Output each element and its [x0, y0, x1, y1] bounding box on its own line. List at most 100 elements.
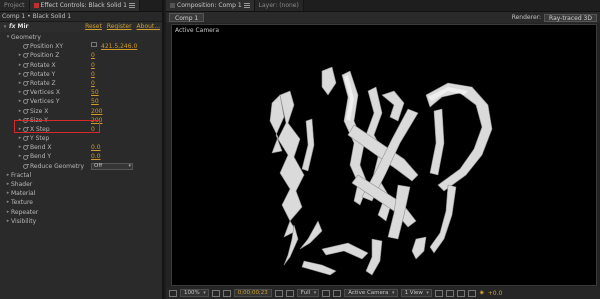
- property-label: Position XY: [30, 43, 64, 51]
- register-link[interactable]: Register: [107, 22, 132, 32]
- lock-icon[interactable]: [33, 3, 39, 8]
- zoom-select[interactable]: 100%: [180, 289, 209, 297]
- property-row[interactable]: ▸ Shader: [0, 180, 162, 189]
- tab-effect-controls[interactable]: Effect Controls: Black Solid 1: [29, 0, 140, 11]
- property-label: Size X: [30, 107, 49, 115]
- property-row[interactable]: ▸ Rotate Z0: [0, 79, 162, 88]
- property-row[interactable]: ▸ Y Step: [0, 134, 162, 143]
- property-label: Texture: [11, 199, 33, 207]
- stopwatch-icon[interactable]: [23, 53, 29, 59]
- tab-project-label: Project: [4, 2, 25, 9]
- timecode-field[interactable]: 0;00;00;23: [233, 289, 272, 297]
- property-value[interactable]: 421.5,246.0: [101, 42, 137, 51]
- property-label: Vertices Y: [30, 98, 60, 106]
- snapshot-icon[interactable]: [274, 289, 283, 297]
- stopwatch-icon[interactable]: [23, 44, 29, 50]
- mask-toggle-icon[interactable]: [222, 289, 231, 297]
- breadcrumb: Comp 1 • Black Solid 1: [0, 12, 162, 22]
- property-row[interactable]: ▸ Position Z0: [0, 51, 162, 60]
- reset-link[interactable]: Reset: [85, 22, 102, 32]
- grid-toggle-icon[interactable]: [211, 289, 220, 297]
- renderer-button[interactable]: Ray-traced 3D: [544, 13, 597, 22]
- comp-subtab[interactable]: Comp 1: [169, 13, 205, 22]
- stopwatch-icon[interactable]: [23, 163, 29, 169]
- ribbon-strand: [321, 66, 337, 96]
- pixel-aspect-icon[interactable]: [434, 289, 443, 297]
- lock-icon[interactable]: [170, 3, 175, 8]
- property-row[interactable]: ▾ Geometry: [0, 33, 162, 42]
- composition-viewer[interactable]: Active Camera: [171, 24, 597, 286]
- stopwatch-icon[interactable]: [23, 154, 29, 160]
- property-value[interactable]: 0.0: [91, 143, 101, 152]
- transparency-grid-icon[interactable]: [333, 289, 342, 297]
- property-row[interactable]: ▸ Material: [0, 189, 162, 198]
- property-value[interactable]: 0: [91, 51, 95, 60]
- property-row[interactable]: ▸ Visibility: [0, 217, 162, 226]
- property-label: Bend X: [30, 144, 52, 152]
- stopwatch-icon[interactable]: [23, 90, 29, 96]
- property-row[interactable]: Reduce Geometry Off: [0, 162, 162, 171]
- tab-layer[interactable]: Layer: (none): [254, 0, 304, 11]
- property-value[interactable]: 0: [91, 70, 95, 79]
- timeline-icon[interactable]: [456, 289, 465, 297]
- comp-toolbar: Comp 1 Renderer: Ray-traced 3D: [166, 12, 600, 23]
- property-label: Shader: [11, 181, 33, 188]
- ribbon-scene: [269, 66, 493, 276]
- right-panel-tabs: Composition: Comp 1 Layer: (none): [166, 0, 600, 12]
- tab-composition[interactable]: Composition: Comp 1: [166, 0, 255, 11]
- property-row[interactable]: ▸ Vertices X 50: [0, 88, 162, 97]
- fast-preview-icon[interactable]: [445, 289, 454, 297]
- property-row[interactable]: Position XY 421.5,246.0: [0, 42, 162, 51]
- property-value[interactable]: 50: [91, 88, 99, 97]
- region-of-interest-icon[interactable]: [322, 289, 331, 297]
- resolution-select[interactable]: Full: [296, 289, 320, 297]
- fx-badge[interactable]: fx: [9, 22, 15, 32]
- property-label: Position Z: [30, 52, 60, 60]
- stopwatch-icon[interactable]: [23, 108, 29, 114]
- camera-select[interactable]: Active Camera: [344, 289, 398, 297]
- effect-header: ▾ fx Mir Reset Register About...: [0, 22, 162, 32]
- stopwatch-icon[interactable]: [23, 81, 29, 87]
- property-row[interactable]: ▸ Rotate X0: [0, 61, 162, 70]
- view-layout-select[interactable]: 1 View: [400, 289, 432, 297]
- about-link[interactable]: About...: [137, 22, 160, 32]
- stopwatch-icon[interactable]: [23, 99, 29, 105]
- exposure-value[interactable]: +0.0: [488, 290, 503, 297]
- property-value[interactable]: 0.0: [91, 152, 101, 161]
- crosshair-icon[interactable]: [91, 42, 97, 48]
- tab-project[interactable]: Project: [0, 0, 30, 11]
- property-label: Geometry: [11, 34, 41, 41]
- property-row[interactable]: ▸ Fractal: [0, 171, 162, 180]
- property-row[interactable]: ▸ Bend X 0.0: [0, 143, 162, 152]
- reduce-geometry-select[interactable]: Off: [91, 162, 133, 170]
- ribbon-strand: [429, 184, 457, 254]
- stopwatch-icon[interactable]: [23, 71, 29, 77]
- tab-effect-controls-label: Effect Controls: Black Solid 1: [40, 2, 127, 9]
- property-row[interactable]: ▸ Rotate Y0: [0, 70, 162, 79]
- property-row[interactable]: ▸ Vertices Y 50: [0, 97, 162, 106]
- property-row[interactable]: ▸ Repeater: [0, 208, 162, 217]
- stopwatch-icon[interactable]: [23, 136, 29, 142]
- panel-menu-icon[interactable]: [243, 3, 250, 8]
- color-channel-icon[interactable]: [285, 289, 294, 297]
- property-label: Visibility: [11, 217, 37, 225]
- property-label: Y Step: [30, 135, 50, 143]
- stopwatch-icon[interactable]: [23, 145, 29, 151]
- property-label: Repeater: [11, 208, 39, 216]
- flowchart-icon[interactable]: [467, 289, 476, 297]
- effect-twirl-icon[interactable]: ▾: [2, 22, 8, 32]
- property-value[interactable]: 0: [91, 61, 95, 70]
- property-value[interactable]: 0: [91, 79, 95, 88]
- property-row[interactable]: ▸ Texture: [0, 198, 162, 207]
- property-row[interactable]: ▸ Bend Y 0.0: [0, 152, 162, 161]
- panel-menu-icon[interactable]: [128, 3, 135, 8]
- property-label: Material: [11, 190, 36, 198]
- stopwatch-icon[interactable]: [23, 62, 29, 68]
- always-preview-icon[interactable]: [169, 289, 177, 297]
- effect-controls-panel: Project Effect Controls: Black Solid 1 C…: [0, 0, 164, 299]
- property-value[interactable]: 200: [91, 107, 102, 116]
- ribbon-strand: [299, 220, 323, 250]
- property-row[interactable]: ▸ Size X 200: [0, 107, 162, 116]
- property-value[interactable]: 50: [91, 97, 99, 106]
- exposure-icon[interactable]: ✷: [479, 289, 485, 297]
